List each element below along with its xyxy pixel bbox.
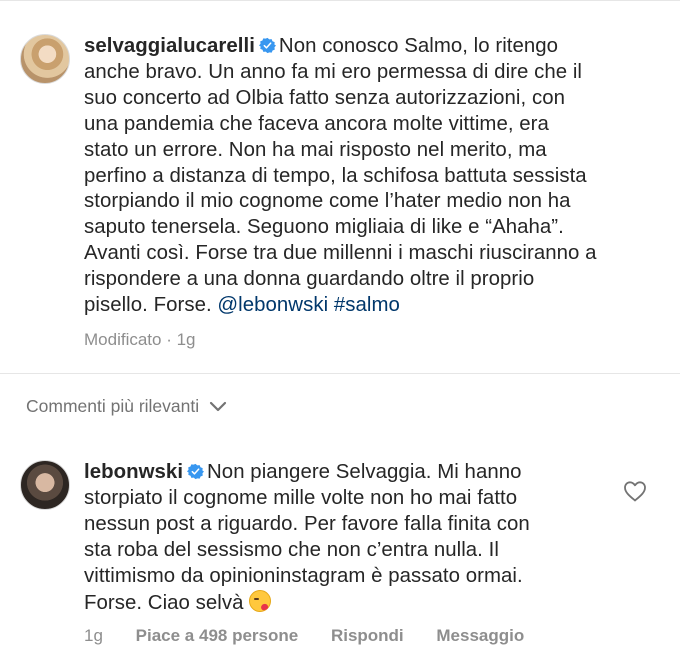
caption-line: rispondere a una donna guardando oltre i… — [84, 268, 535, 291]
comment-line: nessun post a riguardo. Per favore falla… — [84, 512, 530, 535]
comment-meta: 1g Piace a 498 persone Rispondi Messaggi… — [84, 626, 552, 646]
caption-line: perfino a distanza di tempo, la schifosa… — [84, 164, 587, 187]
edited-timestamp: Modificato · 1g — [84, 330, 196, 349]
message-button[interactable]: Messaggio — [436, 626, 524, 645]
chevron-down-icon — [210, 401, 227, 411]
verified-badge-icon — [258, 37, 276, 54]
username[interactable]: lebonwski — [84, 461, 183, 483]
caption-line: Non conosco Salmo, lo ritengo — [278, 35, 559, 57]
caption-line: suo concerto ad Olbia fatto senza autori… — [84, 86, 565, 109]
comment-line: vittimismo da opinioninstagram è passato… — [84, 564, 523, 587]
avatar[interactable] — [20, 34, 70, 84]
reply-button[interactable]: Rispondi — [331, 626, 404, 645]
caption-text: selvaggialucarelli Non conosco Salmo, lo … — [84, 34, 644, 319]
comment-text: lebonwski Non piangere Selvaggia. Mi hann… — [84, 460, 624, 616]
caption-line: Avanti così. Forse tra due millenni i ma… — [84, 242, 597, 265]
sort-label: Commenti più rilevanti — [26, 396, 200, 416]
caption-line: storpiando il mio cognome come l’hater m… — [84, 190, 571, 213]
caption-line: stato un errore. Non ha mai risposto nel… — [84, 138, 547, 161]
mention-hashtag-link[interactable]: @lebonwski #salmo — [217, 294, 399, 316]
section-divider — [0, 373, 680, 374]
comment-time: 1g — [84, 626, 103, 645]
likes-count-link[interactable]: Piace a 498 persone — [136, 626, 299, 645]
verified-badge-icon — [187, 463, 205, 480]
comment-sort-dropdown[interactable]: Commenti più rilevanti — [26, 396, 227, 417]
post-meta: Modificato · 1g — [84, 330, 224, 350]
avatar[interactable] — [20, 460, 70, 510]
caption-line: pisello. Forse. — [84, 294, 212, 317]
comment-line: Non piangere Selvaggia. Mi hanno — [207, 461, 522, 483]
comment-line: sta roba del sessismo che non c’entra nu… — [84, 538, 499, 561]
caption-line: una pandemia che faceva ancora molte vit… — [84, 112, 549, 135]
top-divider — [0, 0, 680, 1]
face-blowing-kiss-emoji-icon — [249, 589, 272, 612]
comment-line: storpiato il cognome mille volte non ho … — [84, 486, 518, 509]
caption-line: anche bravo. Un anno fa mi ero permessa … — [84, 60, 582, 83]
comment-line: Forse. Ciao selvà — [84, 591, 244, 614]
caption-line: saputo tenersela. Seguono migliaia di li… — [84, 216, 564, 239]
username[interactable]: selvaggialucarelli — [84, 35, 255, 57]
heart-icon[interactable] — [623, 480, 647, 502]
